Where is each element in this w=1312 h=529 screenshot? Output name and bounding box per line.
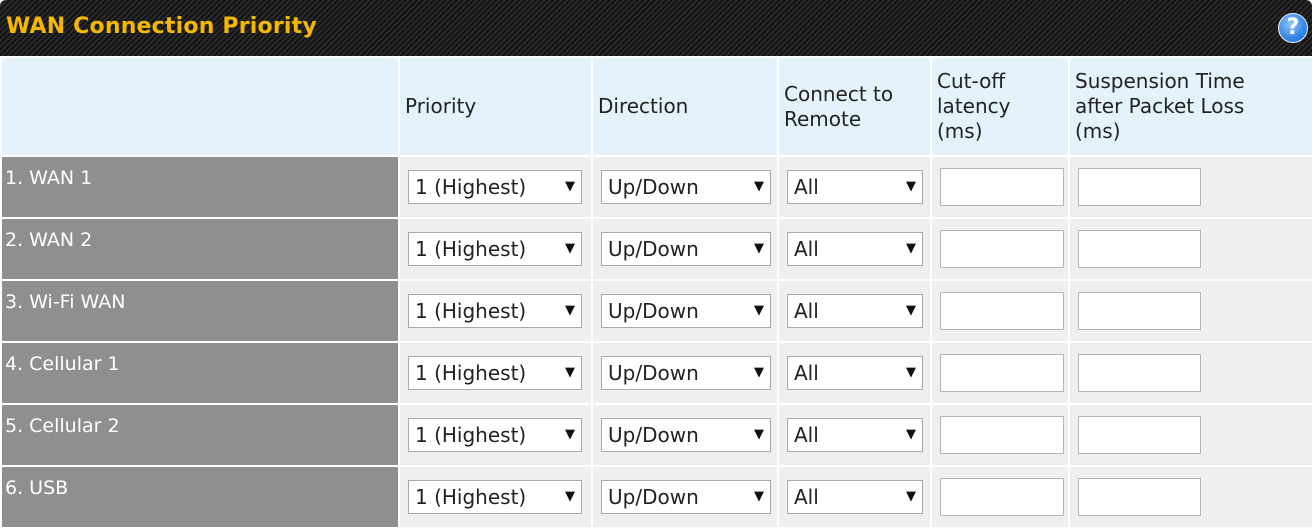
suspension-time-input[interactable]: [1078, 478, 1201, 516]
cutoff-latency-input[interactable]: [940, 416, 1064, 454]
suspension-time-input[interactable]: [1078, 416, 1201, 454]
dropdown-arrow-icon: ▼: [565, 489, 575, 504]
dropdown-arrow-icon: ▼: [906, 365, 916, 380]
dropdown-arrow-icon: ▼: [565, 179, 575, 194]
table-row: 6. USB 1 (Highest) ▼ Up/Down ▼ All ▼: [0, 465, 1312, 529]
connect-to-remote-select[interactable]: All ▼: [787, 418, 923, 452]
connect-to-remote-select[interactable]: All ▼: [787, 294, 923, 328]
header-suspension-time: Suspension Time after Packet Loss (ms): [1068, 56, 1312, 157]
dropdown-arrow-icon: ▼: [754, 241, 764, 256]
cutoff-latency-input[interactable]: [940, 354, 1064, 392]
suspension-time-input[interactable]: [1078, 168, 1201, 206]
direction-select[interactable]: Up/Down ▼: [601, 418, 771, 452]
dropdown-arrow-icon: ▼: [906, 427, 916, 442]
wan-name: 2. WAN 2: [0, 217, 400, 281]
dropdown-arrow-icon: ▼: [565, 241, 575, 256]
dropdown-arrow-icon: ▼: [906, 489, 916, 504]
priority-select[interactable]: 1 (Highest) ▼: [408, 418, 582, 452]
connect-to-remote-select[interactable]: All ▼: [787, 356, 923, 390]
connect-to-remote-select[interactable]: All ▼: [787, 170, 923, 204]
cutoff-latency-input[interactable]: [940, 230, 1064, 268]
suspension-time-input[interactable]: [1078, 230, 1201, 268]
panel-title: WAN Connection Priority: [6, 14, 317, 39]
dropdown-arrow-icon: ▼: [754, 365, 764, 380]
wan-name: 3. Wi-Fi WAN: [0, 279, 400, 343]
suspension-time-input[interactable]: [1078, 354, 1201, 392]
priority-select[interactable]: 1 (Highest) ▼: [408, 294, 582, 328]
table-header-row: Priority Direction Connect to Remote Cut-…: [0, 56, 1312, 157]
table-row: 4. Cellular 1 1 (Highest) ▼ Up/Down ▼ All ▼: [0, 341, 1312, 405]
table-row: 2. WAN 2 1 (Highest) ▼ Up/Down ▼ All ▼: [0, 217, 1312, 281]
header-direction: Direction: [591, 56, 779, 157]
dropdown-arrow-icon: ▼: [906, 241, 916, 256]
dropdown-arrow-icon: ▼: [754, 489, 764, 504]
cutoff-latency-input[interactable]: [940, 168, 1064, 206]
connect-to-remote-select[interactable]: All ▼: [787, 232, 923, 266]
direction-select[interactable]: Up/Down ▼: [601, 232, 771, 266]
priority-select[interactable]: 1 (Highest) ▼: [408, 480, 582, 514]
direction-select[interactable]: Up/Down ▼: [601, 356, 771, 390]
dropdown-arrow-icon: ▼: [906, 303, 916, 318]
dropdown-arrow-icon: ▼: [565, 365, 575, 380]
wan-name: 6. USB: [0, 465, 400, 529]
header-cutoff-latency: Cut-off latency (ms): [930, 56, 1070, 157]
priority-select[interactable]: 1 (Highest) ▼: [408, 170, 582, 204]
wan-connection-priority-panel: WAN Connection Priority ? Priority Direc…: [0, 0, 1312, 529]
header-wan-name: [0, 56, 400, 157]
dropdown-arrow-icon: ▼: [754, 427, 764, 442]
wan-name: 1. WAN 1: [0, 155, 400, 219]
cutoff-latency-input[interactable]: [940, 478, 1064, 516]
title-bar: WAN Connection Priority ?: [0, 0, 1312, 56]
dropdown-arrow-icon: ▼: [565, 303, 575, 318]
direction-select[interactable]: Up/Down ▼: [601, 480, 771, 514]
header-priority: Priority: [398, 56, 593, 157]
table-row: 3. Wi-Fi WAN 1 (Highest) ▼ Up/Down ▼ All ▼: [0, 279, 1312, 343]
direction-select[interactable]: Up/Down ▼: [601, 294, 771, 328]
wan-name: 5. Cellular 2: [0, 403, 400, 467]
dropdown-arrow-icon: ▼: [565, 427, 575, 442]
question-circle-icon[interactable]: ?: [1278, 13, 1308, 43]
dropdown-arrow-icon: ▼: [754, 179, 764, 194]
dropdown-arrow-icon: ▼: [754, 303, 764, 318]
cutoff-latency-input[interactable]: [940, 292, 1064, 330]
connect-to-remote-select[interactable]: All ▼: [787, 480, 923, 514]
suspension-time-input[interactable]: [1078, 292, 1201, 330]
header-connect-to-remote: Connect to Remote: [777, 56, 932, 157]
direction-select[interactable]: Up/Down ▼: [601, 170, 771, 204]
wan-priority-table: Priority Direction Connect to Remote Cut-…: [0, 56, 1312, 529]
wan-name: 4. Cellular 1: [0, 341, 400, 405]
table-row: 5. Cellular 2 1 (Highest) ▼ Up/Down ▼ All ▼: [0, 403, 1312, 467]
dropdown-arrow-icon: ▼: [906, 179, 916, 194]
priority-select[interactable]: 1 (Highest) ▼: [408, 356, 582, 390]
priority-select[interactable]: 1 (Highest) ▼: [408, 232, 582, 266]
table-row: 1. WAN 1 1 (Highest) ▼ Up/Down ▼ All ▼: [0, 155, 1312, 219]
